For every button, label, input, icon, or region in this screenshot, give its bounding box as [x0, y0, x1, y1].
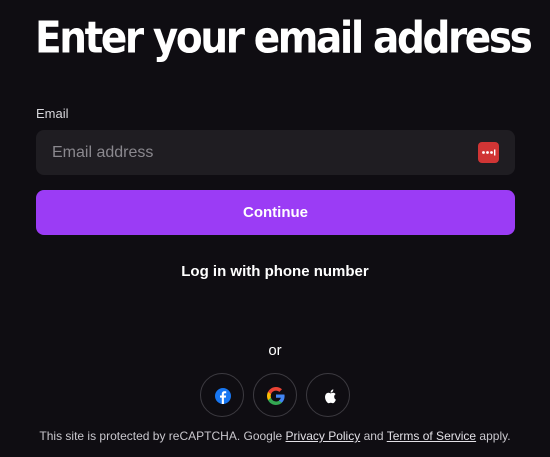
recaptcha-notice: This site is protected by reCAPTCHA. Goo…	[0, 428, 550, 444]
terms-of-service-link[interactable]: Terms of Service	[387, 429, 476, 443]
google-icon	[267, 387, 285, 405]
email-field-container	[36, 130, 515, 175]
recaptcha-text: This site is protected by reCAPTCHA. Goo…	[39, 429, 283, 443]
google-login-button[interactable]	[253, 373, 297, 417]
continue-button[interactable]: Continue	[36, 190, 515, 235]
email-label: Email	[36, 106, 69, 121]
or-divider: or	[268, 342, 282, 359]
page-title: Enter your email address	[35, 13, 533, 64]
facebook-login-button[interactable]	[200, 373, 244, 417]
facebook-icon	[215, 388, 231, 404]
signup-page: Enter your email address Email Continue …	[0, 0, 550, 457]
email-input[interactable]	[36, 130, 466, 175]
apple-login-button[interactable]	[306, 373, 350, 417]
apple-icon	[325, 389, 336, 404]
password-manager-icon[interactable]	[478, 142, 499, 163]
phone-login-link[interactable]: Log in with phone number	[0, 262, 550, 282]
privacy-policy-link[interactable]: Privacy Policy	[286, 429, 361, 443]
apply-text: apply.	[479, 429, 511, 443]
and-text: and	[363, 429, 384, 443]
